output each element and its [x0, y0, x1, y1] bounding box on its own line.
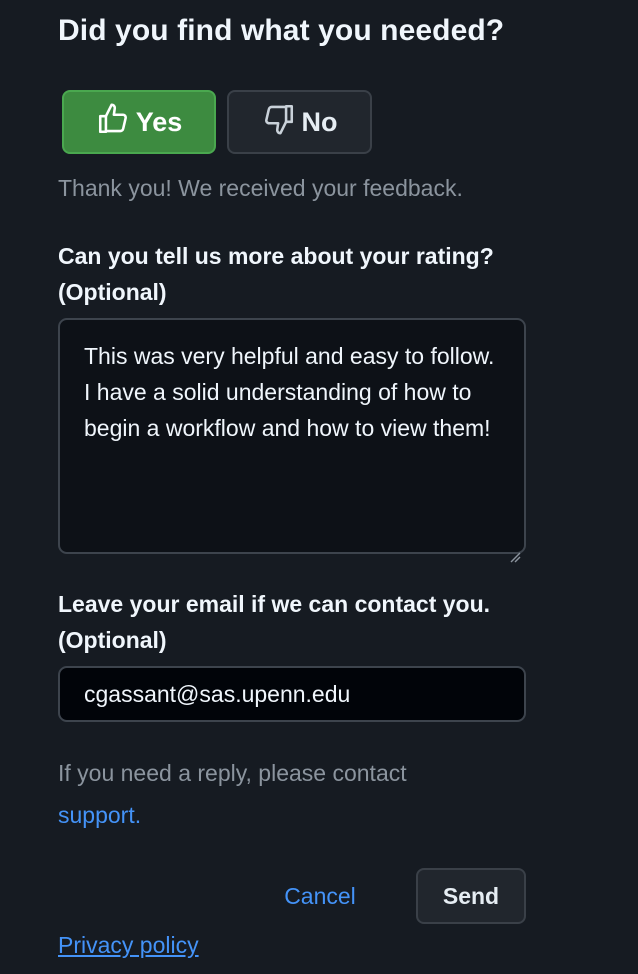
- thumbs-down-icon: [262, 102, 302, 143]
- support-link[interactable]: support.: [58, 802, 141, 829]
- feedback-question: Did you find what you needed?: [58, 14, 505, 47]
- email-label: Leave your email if we can contact you. …: [58, 586, 490, 658]
- rating-details-label: Can you tell us more about your rating? …: [58, 238, 494, 310]
- resize-handle-icon[interactable]: [509, 537, 521, 563]
- rating-details-label-text: Can you tell us more about your rating?: [58, 243, 494, 269]
- no-button[interactable]: No: [227, 90, 372, 154]
- email-label-text: Leave your email if we can contact you.: [58, 591, 491, 617]
- thanks-message: Thank you! We received your feedback.: [58, 175, 463, 201]
- yes-button-label: Yes: [135, 106, 183, 137]
- cancel-button[interactable]: Cancel: [270, 868, 370, 924]
- no-button-label: No: [301, 106, 338, 137]
- feedback-panel: Did you find what you needed? Yes No Tha…: [0, 0, 638, 974]
- rating-details-textarea[interactable]: This was very helpful and easy to follow…: [58, 318, 526, 563]
- send-button[interactable]: Send: [416, 868, 526, 924]
- email-optional: (Optional): [58, 627, 167, 653]
- rating-details-optional: (Optional): [58, 279, 167, 305]
- reply-instructions: If you need a reply, please contact: [58, 760, 407, 786]
- privacy-policy-link[interactable]: Privacy policy: [58, 932, 199, 959]
- rating-details-text: This was very helpful and easy to follow…: [84, 343, 495, 441]
- email-field[interactable]: cgassant@sas.upenn.edu: [58, 666, 526, 722]
- yes-button[interactable]: Yes: [62, 90, 216, 154]
- thumbs-up-icon: [96, 102, 136, 143]
